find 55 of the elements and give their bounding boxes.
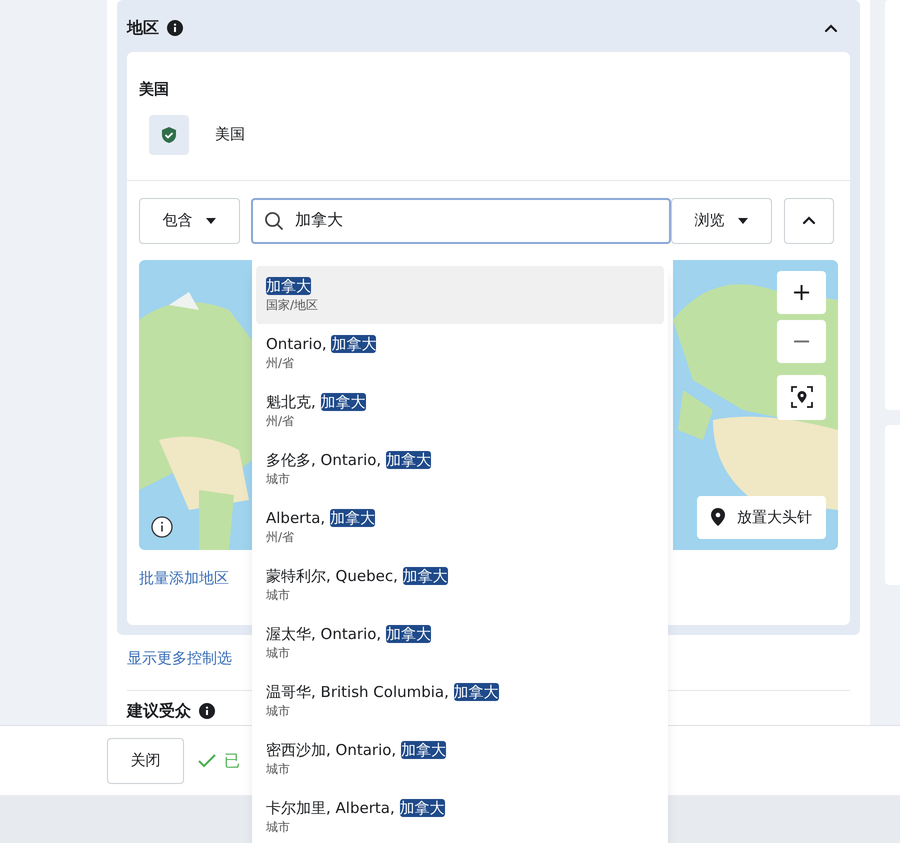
place-pin-button[interactable]: 放置大头针 — [697, 496, 826, 538]
mode-dropdown[interactable]: 包含 — [139, 198, 240, 244]
place-text: 多伦多, Ontario, — [266, 451, 382, 469]
caret-icon — [204, 216, 216, 224]
place-text: Ontario, — [266, 335, 328, 353]
place-type: 城市 — [266, 587, 291, 603]
close-button[interactable]: 关闭 — [107, 738, 184, 784]
search-icon — [264, 210, 284, 230]
place-text: 渥太华, Ontario, — [266, 625, 382, 643]
place-text: Alberta, — [266, 509, 326, 527]
place-type: 城市 — [266, 703, 291, 719]
info-icon[interactable] — [151, 516, 173, 538]
place-text: 密西沙加, Ontario, — [266, 741, 398, 759]
check-icon — [198, 754, 216, 768]
section-title: 建议受众 — [127, 700, 191, 722]
info-icon — [167, 20, 183, 36]
place-text: 温哥华, British Columbia, — [266, 683, 450, 701]
matched-text: 加拿大 — [400, 741, 446, 759]
matched-text: 加拿大 — [330, 509, 375, 527]
place-type: 州/省 — [266, 413, 296, 429]
chevron-up-icon — [802, 216, 816, 225]
place-type: 国家/地区 — [266, 297, 320, 313]
place-type: 州/省 — [266, 355, 296, 371]
save-status: 已 — [224, 750, 240, 772]
matched-text: 加拿大 — [402, 567, 448, 585]
suggestion-item[interactable]: 加拿大 国家/地区 — [256, 266, 664, 324]
section-title: 地区 — [127, 17, 159, 39]
shield-check-icon — [161, 126, 177, 144]
locate-pin-icon — [790, 386, 812, 408]
zoom-in-button[interactable]: + — [777, 270, 826, 314]
place-type: 城市 — [266, 471, 291, 487]
locate-button[interactable] — [777, 374, 826, 420]
location-name: 美国 — [215, 124, 245, 146]
place-type: 城市 — [266, 819, 291, 835]
chevron-up-icon — [824, 24, 838, 32]
matched-text: 加拿大 — [454, 683, 499, 701]
matched-text: 加拿大 — [266, 277, 311, 295]
browse-dropdown[interactable]: 浏览 — [671, 198, 772, 244]
place-type: 城市 — [266, 761, 291, 777]
place-text: 蒙特利尔, Quebec, — [266, 567, 399, 585]
place-text: 魁北克, — [266, 393, 317, 411]
matched-text: 加拿大 — [386, 451, 431, 469]
pin-icon — [711, 508, 725, 526]
caret-icon — [736, 216, 748, 224]
matched-text: 加拿大 — [320, 393, 366, 411]
matched-text: 加拿大 — [386, 625, 431, 643]
place-type: 州/省 — [266, 529, 296, 545]
info-icon — [199, 702, 215, 718]
place-text: 卡尔加里, Alberta, — [266, 799, 396, 817]
matched-text: 加拿大 — [400, 799, 444, 817]
zoom-out-button[interactable]: − — [777, 320, 826, 362]
search-field[interactable]: 加拿大 — [251, 198, 671, 244]
matched-text: 加拿大 — [331, 335, 376, 353]
place-type: 城市 — [266, 645, 291, 661]
included-heading: 美国 — [139, 79, 170, 100]
